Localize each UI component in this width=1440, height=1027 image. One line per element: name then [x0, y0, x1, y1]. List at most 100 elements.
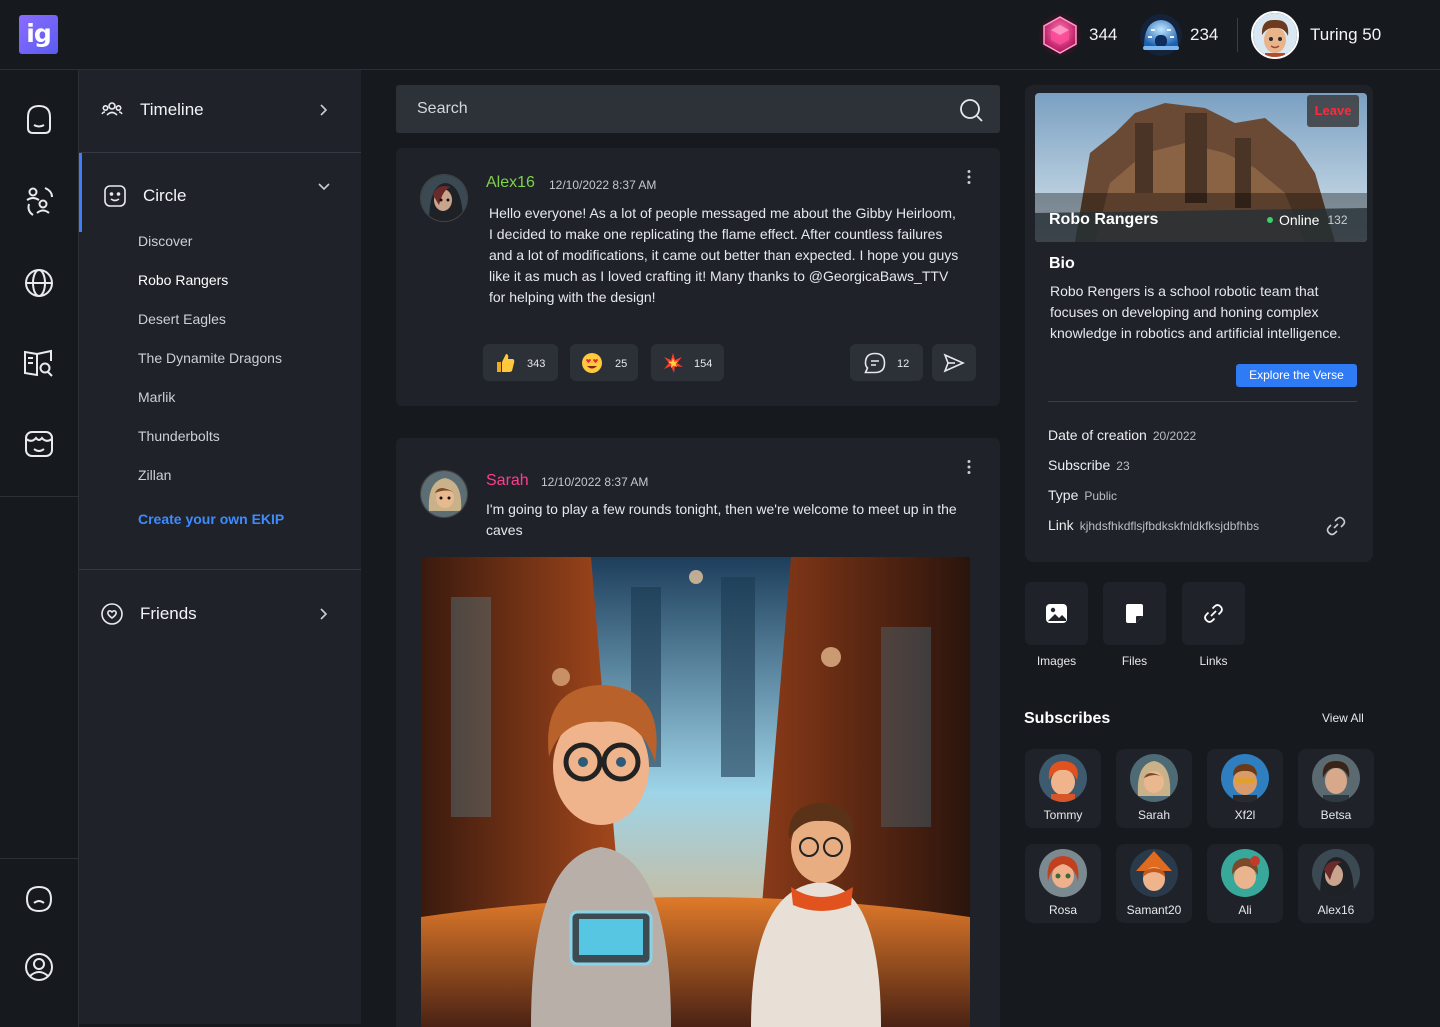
post-avatar[interactable] [420, 470, 468, 518]
subscriber-card[interactable]: Betsa [1298, 749, 1374, 828]
people-icon[interactable] [21, 183, 57, 219]
copy-link-icon[interactable] [1325, 515, 1347, 537]
more-options-icon[interactable] [961, 169, 977, 185]
heart-circle-icon [100, 602, 124, 626]
post-timestamp: 12/10/2022 8:37 AM [549, 178, 657, 192]
sidebar-item-friends[interactable]: Friends [79, 602, 361, 626]
sidebar-divider [79, 569, 361, 570]
circle-item-discover[interactable]: Discover [138, 233, 192, 249]
explosion-emoji [662, 352, 684, 374]
circle-item-dynamite-dragons[interactable]: The Dynamite Dragons [138, 350, 282, 366]
dome-counter[interactable]: 234 [1139, 12, 1218, 58]
subscriber-card[interactable]: Alex16 [1298, 844, 1374, 923]
reaction-heart-eyes[interactable]: 25 [570, 344, 638, 381]
smiley-square-icon [103, 184, 127, 208]
user-profile[interactable]: Turing 50 [1251, 11, 1381, 59]
circle-item-zillan[interactable]: Zillan [138, 467, 171, 483]
face-icon[interactable] [21, 881, 57, 917]
reaction-count: 25 [615, 358, 628, 370]
online-label: Online [1279, 212, 1320, 228]
group-card: Leave Robo Rangers Online 132 Bio Robo R… [1025, 85, 1373, 562]
group-icon [100, 98, 124, 122]
left-rail [0, 70, 79, 1027]
mask-icon[interactable] [21, 426, 57, 462]
subscriber-avatar [1039, 849, 1087, 897]
post-author[interactable]: Alex16 [486, 174, 535, 192]
meta-label: Type [1048, 487, 1079, 503]
create-circle-link[interactable]: Create your own EKIP [138, 511, 284, 527]
subscriber-name: Rosa [1048, 903, 1077, 917]
top-bar: ig 344 234 Turing 50 [0, 0, 1440, 70]
circle-item-desert-eagles[interactable]: Desert Eagles [138, 311, 226, 327]
subscriber-name: Sarah [1137, 808, 1171, 822]
post-image[interactable] [421, 557, 970, 1027]
share-button[interactable] [932, 344, 976, 381]
dome-count: 234 [1190, 25, 1219, 44]
subscriber-card[interactable]: Sarah [1116, 749, 1192, 828]
user-profile-icon[interactable] [21, 949, 57, 985]
explore-verse-button[interactable]: Explore the Verse [1236, 364, 1357, 387]
subscriber-avatar [1130, 849, 1178, 897]
sidebar: Timeline Circle Discover Robo Rangers De… [79, 70, 361, 1024]
link-icon [1202, 602, 1225, 625]
post-avatar[interactable] [420, 174, 468, 222]
home-icon[interactable] [21, 101, 57, 137]
search-input[interactable]: Search [396, 85, 1000, 133]
files-button[interactable] [1103, 582, 1166, 645]
post-text: I'm going to play a few rounds tonight, … [486, 501, 957, 538]
comment-count: 12 [897, 358, 910, 370]
reaction-explosion[interactable]: 154 [651, 344, 724, 381]
pink-gem-icon [1038, 13, 1082, 57]
sidebar-item-timeline[interactable]: Timeline [79, 98, 361, 122]
book-search-icon[interactable] [21, 344, 57, 380]
subscriber-avatar [1221, 849, 1269, 897]
chevron-right-icon [315, 102, 331, 118]
leave-button[interactable]: Leave [1307, 95, 1359, 127]
view-all-link[interactable]: View All [1322, 711, 1364, 725]
reaction-thumbs-up[interactable]: 343 [483, 344, 558, 381]
meta-value: Public [1084, 489, 1118, 503]
card-divider [1048, 401, 1357, 402]
subscriber-card[interactable]: Rosa [1025, 844, 1101, 923]
links-label: Links [1199, 654, 1228, 668]
meta-link: Link kjhdsfhkdflsjfbdkskfnldkfksjdbfhbs [1048, 517, 1259, 533]
subscriber-card[interactable]: Xf2l [1207, 749, 1283, 828]
circle-item-thunderbolts[interactable]: Thunderbolts [138, 428, 220, 444]
subscriber-card[interactable]: Samant20 [1116, 844, 1192, 923]
online-status: Online 132 [1267, 212, 1348, 228]
post-text: Hello everyone! As a lot of people messa… [489, 205, 959, 305]
subscriber-card[interactable]: Tommy [1025, 749, 1101, 828]
chevron-down-icon[interactable] [316, 178, 332, 194]
meta-label: Date of creation [1048, 427, 1147, 443]
post-author[interactable]: Sarah [486, 472, 529, 490]
app-logo[interactable]: ig [19, 15, 58, 54]
chevron-right-icon [315, 606, 331, 622]
heart-eyes-emoji [581, 352, 603, 374]
meta-value: 23 [1116, 459, 1130, 473]
sidebar-item-circle[interactable]: Circle [79, 183, 361, 208]
user-name: Turing 50 [1310, 25, 1382, 44]
circle-item-robo-rangers[interactable]: Robo Rangers [138, 272, 228, 288]
meta-value: 20/2022 [1152, 429, 1197, 443]
meta-value[interactable]: kjhdsfhkdflsjfbdkskfnldkfksjdbfhbs [1080, 519, 1259, 533]
images-label: Images [1036, 654, 1077, 668]
sidebar-item-label: Circle [143, 186, 187, 205]
user-avatar [1251, 11, 1299, 59]
thumbs-up-emoji [494, 352, 516, 374]
more-options-icon[interactable] [961, 459, 977, 475]
comment-icon [863, 351, 887, 375]
subscriber-card[interactable]: Ali [1207, 844, 1283, 923]
reaction-count: 343 [527, 358, 546, 370]
links-button[interactable] [1182, 582, 1245, 645]
globe-icon[interactable] [21, 265, 57, 301]
search-icon[interactable] [958, 97, 984, 123]
circle-item-marlik[interactable]: Marlik [138, 389, 175, 405]
subscribes-heading: Subscribes [1024, 710, 1111, 727]
gem-counter[interactable]: 344 [1038, 12, 1117, 58]
comments-button[interactable]: 12 [850, 344, 923, 381]
gem-count: 344 [1089, 25, 1118, 44]
meta-type: Type Public [1048, 487, 1117, 503]
bio-heading: Bio [1049, 255, 1075, 272]
images-button[interactable] [1025, 582, 1088, 645]
online-dot [1267, 217, 1273, 223]
